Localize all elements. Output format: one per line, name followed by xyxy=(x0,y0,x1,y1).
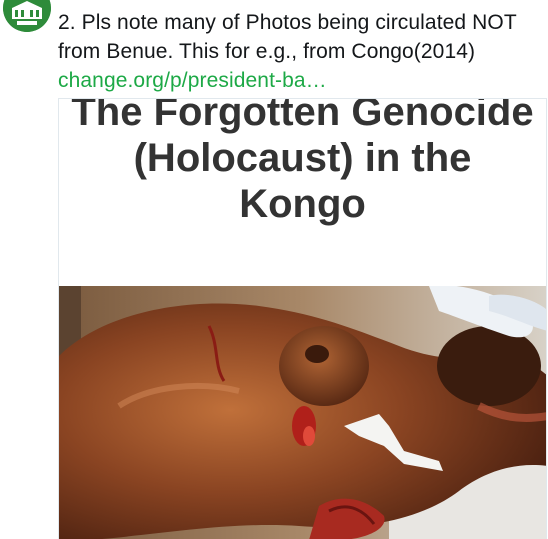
tweet-link[interactable]: change.org/p/president-ba… xyxy=(58,69,327,92)
tweet: 2. Pls note many of Photos being circula… xyxy=(0,0,548,539)
media-card[interactable]: The Forgotten Genocide (Holocaust) in th… xyxy=(58,98,547,539)
account-avatar-icon xyxy=(3,0,51,32)
photo-image xyxy=(59,286,546,539)
avatar[interactable] xyxy=(3,0,51,32)
tweet-text: 2. Pls note many of Photos being circula… xyxy=(58,8,546,95)
card-title: The Forgotten Genocide (Holocaust) in th… xyxy=(71,98,534,226)
tweet-body: 2. Pls note many of Photos being circula… xyxy=(58,11,517,63)
